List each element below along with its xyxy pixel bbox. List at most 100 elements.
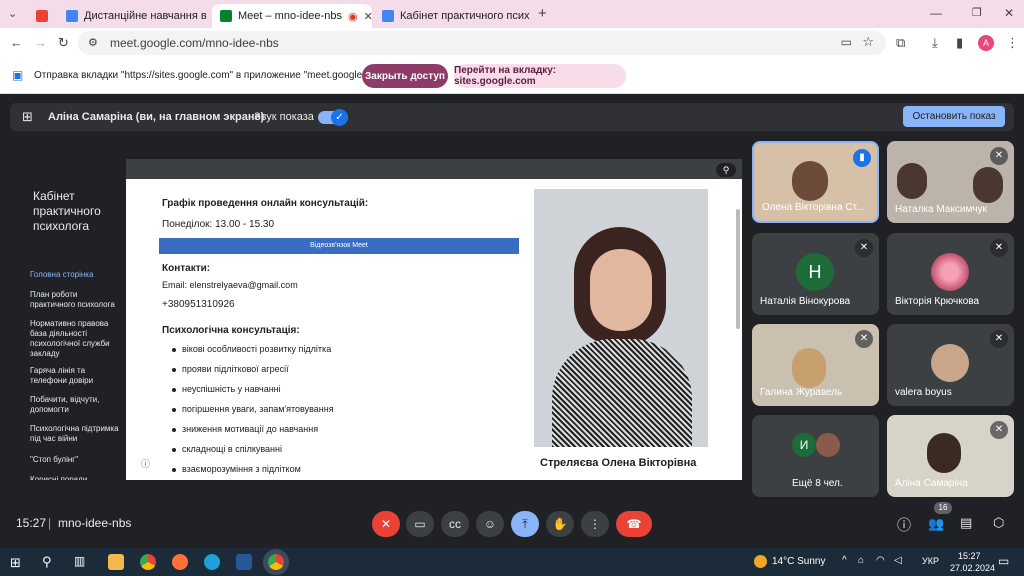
meeting-divider: |	[48, 516, 52, 530]
phone-text: +380951310926	[162, 299, 235, 310]
nav-war-support[interactable]: Психологічна підтримка під час війни	[30, 424, 122, 444]
participant-tile[interactable]: ✕ Галина Журавель	[752, 324, 879, 406]
nav-stop-bullying[interactable]: "Стоп булінг"	[30, 455, 78, 465]
extensions-icon[interactable]: ⧉	[896, 35, 905, 51]
camera-button[interactable]: ▭	[406, 511, 434, 537]
nav-tips[interactable]: Корисні поради	[30, 475, 87, 480]
camera-icon[interactable]: ▭	[841, 35, 852, 49]
stop-sharing-button[interactable]: Закрыть доступ	[362, 64, 448, 88]
list-item: неуспішність у навчанні	[182, 384, 281, 394]
site-icon	[382, 10, 394, 22]
reactions-button[interactable]: ☺	[476, 511, 504, 537]
clothing-shape	[552, 339, 692, 447]
nav-work-plan[interactable]: План роботи практичного психолога	[30, 290, 122, 310]
minimize-icon[interactable]: —	[930, 6, 942, 20]
tab-distance-learning[interactable]: Дистанційне навчання в ВСП✕	[58, 4, 210, 28]
site-info-icon[interactable]: ⚙	[88, 36, 98, 49]
mic-off-button[interactable]: ✕	[372, 511, 400, 537]
list-item: погіршення уваги, запам'ятовування	[182, 404, 334, 414]
chrome-active-icon[interactable]	[268, 554, 284, 570]
sound-toggle[interactable]: ✓	[318, 109, 348, 126]
list-item: прояви підліткової агресії	[182, 364, 289, 374]
bullet	[172, 388, 176, 392]
new-tab-button[interactable]: +	[538, 5, 547, 22]
firefox-icon[interactable]	[172, 554, 188, 570]
stop-presenting-button[interactable]: Остановить показ	[903, 106, 1005, 127]
nav-hotline[interactable]: Гаряча лінія та телефони довіри	[30, 366, 122, 386]
nav-home[interactable]: Головна сторінка	[30, 270, 93, 280]
window-close-icon[interactable]: ✕	[1004, 6, 1014, 20]
search-icon[interactable]: ⚲	[42, 554, 52, 570]
info-icon[interactable]: ⓘ	[897, 515, 911, 535]
chrome-icon[interactable]	[140, 554, 156, 570]
search-icon[interactable]: ⚲	[716, 163, 736, 177]
address-bar[interactable]: ⚙ meet.google.com/mno-idee-nbs ▭ ☆	[78, 31, 886, 55]
menu-icon[interactable]: ⋮	[1006, 35, 1019, 51]
tab-label: Дистанційне навчання в ВСП	[84, 10, 210, 22]
participant-tile[interactable]: ✕ valera boyus	[887, 324, 1014, 406]
participant-tile[interactable]: ✕ Аліна Самаріна	[887, 415, 1014, 497]
participant-tile[interactable]: ✕ Вікторія Крючкова	[887, 233, 1014, 315]
chat-icon[interactable]: ▤	[960, 515, 972, 531]
nav-regulatory-base[interactable]: Нормативно правова база діяльності психо…	[30, 319, 122, 359]
muted-mic-icon: ✕	[990, 421, 1008, 439]
close-icon[interactable]: ✕	[364, 10, 372, 23]
meet-link-button[interactable]: Відеозв'язок Meet	[159, 238, 519, 254]
more-participants-tile[interactable]: И Ещё 8 чел.	[752, 415, 879, 497]
page-header-strip	[126, 159, 742, 179]
forward-icon[interactable]: →	[34, 35, 47, 51]
word-icon[interactable]	[236, 554, 252, 570]
scrollbar[interactable]	[736, 209, 740, 329]
network-icon[interactable]: ⌂	[858, 555, 864, 566]
side-panel-icon[interactable]: ▮	[956, 35, 963, 51]
site-title-line: практичного	[33, 204, 101, 218]
captions-button[interactable]: cc	[441, 511, 469, 537]
windows-taskbar: ⊞ ⚲ ▥ 14°C Sunny ^ ⌂ ◠ ◁ УКР 15:27 27.02…	[0, 548, 1024, 576]
tab-meet[interactable]: Meet – mno-idee-nbs ◉ ✕	[212, 4, 372, 28]
notification-icon[interactable]: ▭	[998, 554, 1009, 568]
back-icon[interactable]: ←	[10, 35, 23, 51]
windows-start-icon[interactable]: ⊞	[10, 555, 21, 571]
muted-mic-icon: ✕	[855, 330, 873, 348]
site-title-line: Кабінет	[33, 189, 75, 203]
raise-hand-button[interactable]: ✋	[546, 511, 574, 537]
wifi-icon[interactable]: ◠	[876, 555, 885, 566]
site-icon	[66, 10, 78, 22]
download-icon[interactable]: ⤓	[932, 35, 938, 51]
participant-video	[897, 163, 927, 199]
weather-text[interactable]: 14°C Sunny	[772, 556, 825, 567]
nav-see-feel-help[interactable]: Побачити, відчути, допомогти	[30, 395, 122, 415]
bullet	[172, 428, 176, 432]
volume-icon[interactable]: ◁	[894, 555, 902, 566]
participant-tile[interactable]: ▮ Олена Вікторівна Ст...	[752, 141, 879, 223]
tab-gmail[interactable]	[28, 4, 56, 28]
tray-chevron-icon[interactable]: ^	[842, 555, 847, 566]
email-text: Email: elenstrelyaeva@gmail.com	[162, 280, 298, 290]
bullet	[172, 448, 176, 452]
language-indicator[interactable]: УКР	[922, 556, 939, 566]
more-options-button[interactable]: ⋮	[581, 511, 609, 537]
bookmark-star-icon[interactable]: ☆	[862, 34, 874, 50]
check-icon: ✓	[331, 109, 348, 126]
participant-tile[interactable]: Н ✕ Наталія Вінокурова	[752, 233, 879, 315]
tab-psychologist[interactable]: Кабінет практичного псих▣✕	[374, 4, 534, 28]
restore-icon[interactable]: ❐	[972, 6, 982, 19]
present-button[interactable]: ⤒	[511, 511, 539, 537]
file-explorer-icon[interactable]	[108, 554, 124, 570]
participant-tile[interactable]: ✕ Наталка Максимчук	[887, 141, 1014, 223]
participant-video	[973, 167, 1003, 203]
leave-call-button[interactable]: ☎	[616, 511, 652, 537]
activities-icon[interactable]: ⬡	[993, 515, 1004, 531]
task-view-icon[interactable]: ▥	[74, 554, 85, 568]
avatar[interactable]: A	[978, 35, 994, 51]
edge-icon[interactable]	[204, 554, 220, 570]
people-icon[interactable]: 👥	[928, 516, 944, 532]
photo-caption: Стреляєва Олена Вікторівна	[540, 457, 697, 469]
avatar: И	[792, 433, 816, 457]
tab-search-icon[interactable]: ⌄	[8, 7, 17, 20]
reload-icon[interactable]: ↻	[58, 35, 69, 51]
clock-date[interactable]: 27.02.2024	[950, 563, 995, 573]
info-icon[interactable]: ⓘ	[141, 457, 150, 470]
clock-time[interactable]: 15:27	[958, 551, 981, 561]
switch-tab-button[interactable]: Перейти на вкладку: sites.google.com	[454, 64, 626, 88]
